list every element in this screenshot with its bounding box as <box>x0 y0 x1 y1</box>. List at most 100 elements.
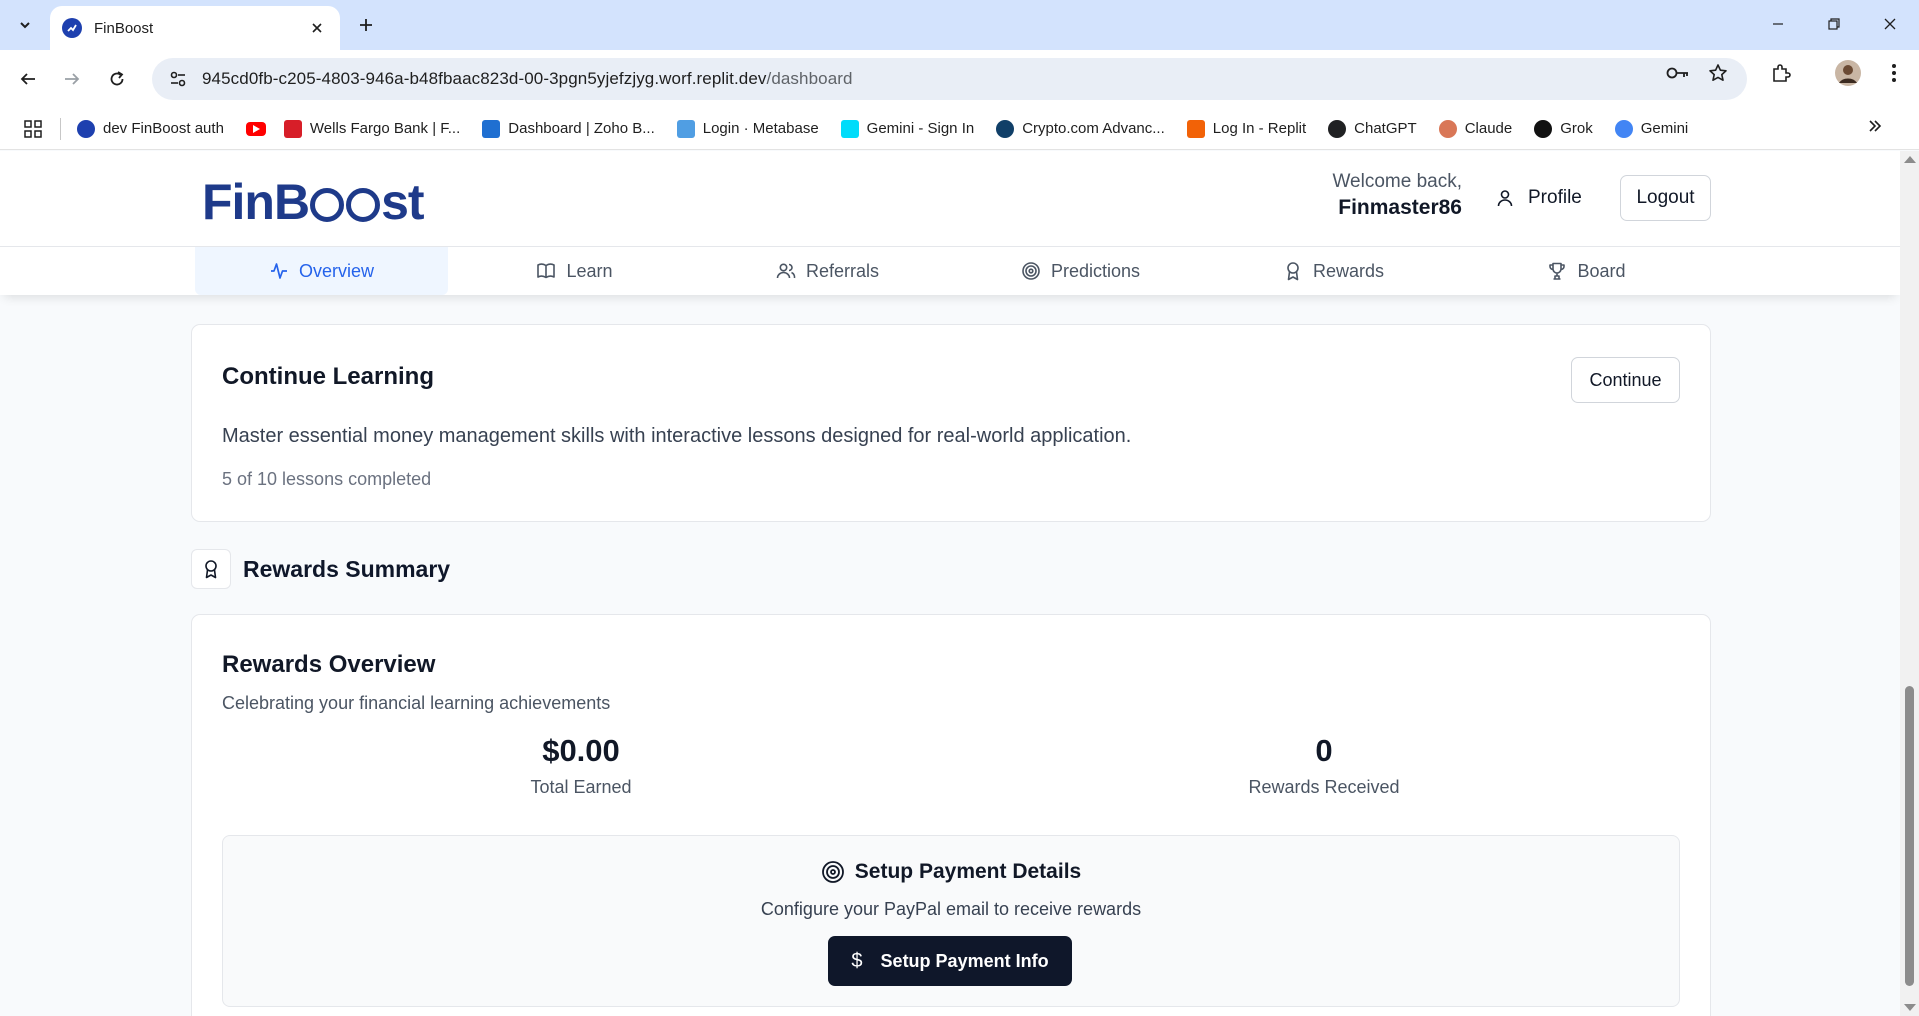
tab-learn[interactable]: Learn <box>448 247 701 295</box>
payment-setup-title-text: Setup Payment Details <box>854 860 1082 883</box>
minimize-window-icon[interactable] <box>1756 8 1800 40</box>
rewards-overview-title: Rewards Overview <box>222 651 436 678</box>
rewards-received-label: Rewards Received <box>1248 777 1400 797</box>
restore-window-icon[interactable] <box>1812 8 1856 40</box>
finboost-logo[interactable]: FinB st <box>202 173 425 231</box>
bookmark-item[interactable]: Dashboard | Zoho B... <box>482 119 655 138</box>
welcome-line: Welcome back, <box>1332 171 1462 192</box>
target-icon <box>1022 262 1040 280</box>
back-button[interactable] <box>13 64 43 94</box>
close-tab-icon[interactable] <box>306 17 328 39</box>
rewards-received-stat: 0 Rewards Received <box>1174 733 1474 798</box>
finboost-favicon-icon <box>62 18 82 38</box>
close-window-icon[interactable] <box>1868 8 1912 40</box>
book-icon <box>537 263 556 279</box>
dollar-icon: $ <box>851 949 863 972</box>
bookmark-label: Log In - Replit <box>1212 120 1307 137</box>
total-earned-stat: $0.00 Total Earned <box>431 733 731 798</box>
address-bar[interactable]: 945cd0fb-c205-4803-946a-b48fbaac823d-00-… <box>152 58 1747 100</box>
tab-title: FinBoost <box>94 19 154 37</box>
forward-button[interactable] <box>57 64 87 94</box>
wells-fargo-icon <box>283 119 302 138</box>
reload-icon <box>110 71 124 86</box>
browser-toolbar: 945cd0fb-c205-4803-946a-b48fbaac823d-00-… <box>0 50 1919 108</box>
tab-overview[interactable]: Overview <box>195 247 448 295</box>
bookmark-item[interactable]: dev FinBoost auth <box>77 119 224 138</box>
users-icon <box>776 263 796 279</box>
target-icon <box>821 861 844 883</box>
youtube-icon <box>245 121 266 136</box>
profile-label: Profile <box>1528 187 1582 208</box>
setup-payment-button[interactable]: $ Setup Payment Info <box>828 936 1072 986</box>
chevron-down-icon <box>20 22 30 29</box>
site-info-icon[interactable] <box>166 67 190 91</box>
trophy-icon <box>1549 262 1566 280</box>
apps-grid-icon[interactable] <box>20 116 46 142</box>
scroll-up-arrow-icon[interactable] <box>1904 156 1916 163</box>
tab-search-button[interactable] <box>10 10 40 40</box>
tab-rewards[interactable]: Rewards <box>1207 247 1460 295</box>
continue-learning-description: Master essential money management skills… <box>222 425 1132 447</box>
continue-button[interactable]: Continue <box>1571 357 1680 403</box>
password-key-icon[interactable] <box>1664 59 1692 87</box>
chatgpt-icon <box>1328 119 1347 138</box>
nav-tab-label: Overview <box>298 260 374 281</box>
extensions-icon[interactable] <box>1767 59 1795 87</box>
bookmark-item[interactable] <box>245 121 274 136</box>
zoho-icon <box>482 119 501 138</box>
tab-board[interactable]: Board <box>1460 247 1713 295</box>
scroll-down-arrow-icon[interactable] <box>1904 1004 1916 1011</box>
user-icon <box>1497 190 1513 207</box>
bookmark-item[interactable]: Claude <box>1438 119 1512 138</box>
bookmark-item[interactable]: Gemini <box>1614 119 1689 138</box>
logo-coin-icon <box>310 188 345 222</box>
bookmark-item[interactable]: Wells Fargo Bank | F... <box>283 119 461 138</box>
crypto-com-icon <box>996 119 1015 138</box>
award-icon <box>1287 262 1299 281</box>
bookmark-label: Gemini - Sign In <box>866 120 975 137</box>
rewards-summary-header: Rewards Summary <box>191 549 450 589</box>
bookmark-label: Wells Fargo Bank | F... <box>309 120 461 137</box>
bookmark-label: Dashboard | Zoho B... <box>508 120 655 137</box>
nav-tab-label: Learn <box>566 260 613 281</box>
payment-setup-title: Setup Payment Details <box>223 860 1679 884</box>
bookmark-label: Gemini <box>1640 120 1689 137</box>
page-viewport: FinB st Welcome back, Finmaster86 Profil… <box>0 151 1900 1016</box>
bookmark-item[interactable]: Crypto.com Advanc... <box>996 119 1165 138</box>
new-tab-button[interactable] <box>352 11 380 39</box>
bookmark-star-icon[interactable] <box>1704 59 1732 87</box>
logout-button[interactable]: Logout <box>1620 175 1711 221</box>
page-scrollbar[interactable] <box>1900 151 1919 1016</box>
browser-menu-icon[interactable] <box>1880 59 1908 87</box>
bookmarks-bar: dev FinBoost auth Wells Fargo Bank | F...… <box>0 108 1919 150</box>
bookmark-item[interactable]: Login · Metabase <box>676 119 819 138</box>
bookmark-item[interactable]: Log In - Replit <box>1186 119 1307 138</box>
scrollbar-thumb[interactable] <box>1905 686 1914 986</box>
more-bookmarks-icon[interactable] <box>1867 118 1883 139</box>
grok-icon <box>1534 119 1553 138</box>
tab-predictions[interactable]: Predictions <box>954 247 1207 295</box>
bookmark-item[interactable]: Gemini - Sign In <box>840 119 975 138</box>
bookmark-item[interactable]: Grok <box>1534 119 1593 138</box>
logo-coin-icon <box>346 188 381 222</box>
url-text: 945cd0fb-c205-4803-946a-b48fbaac823d-00-… <box>202 69 853 89</box>
browser-tab[interactable]: FinBoost <box>50 6 340 50</box>
url-path: /dashboard <box>766 69 853 88</box>
app-header: FinB st Welcome back, Finmaster86 Profil… <box>0 151 1900 247</box>
profile-button[interactable]: Profile <box>1490 177 1588 219</box>
total-earned-value: $0.00 <box>542 733 620 768</box>
tab-referrals[interactable]: Referrals <box>701 247 954 295</box>
logo-text-start: FinB <box>202 174 310 230</box>
bookmark-label: dev FinBoost auth <box>103 120 224 137</box>
gemini-exchange-icon <box>840 119 859 138</box>
setup-payment-label: Setup Payment Info <box>880 950 1049 971</box>
bookmark-item[interactable]: ChatGPT <box>1328 119 1417 138</box>
reload-button[interactable] <box>102 64 132 94</box>
claude-icon <box>1438 119 1457 138</box>
main-nav: Overview Learn Referrals Predictions Rewards… <box>0 247 1900 295</box>
nav-tab-label: Predictions <box>1050 260 1141 281</box>
continue-learning-card: Continue Learning Continue Master essent… <box>191 324 1711 522</box>
bookmark-list: dev FinBoost auth Wells Fargo Bank | F...… <box>77 119 1710 138</box>
bookmarks-divider <box>60 117 61 140</box>
avatar[interactable] <box>1834 59 1862 87</box>
